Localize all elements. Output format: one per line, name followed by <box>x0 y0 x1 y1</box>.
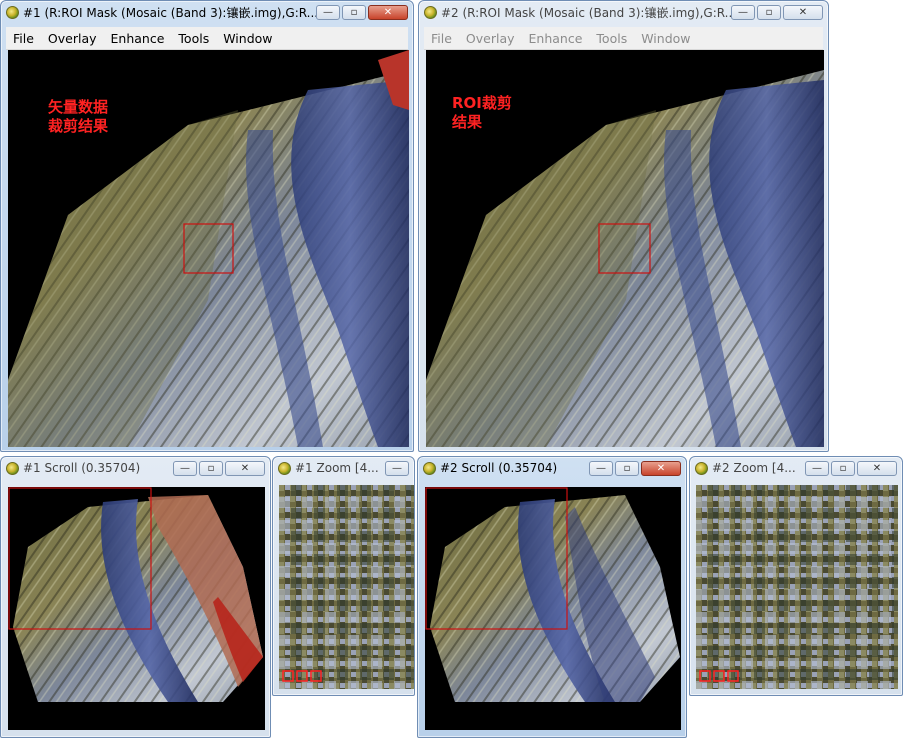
menu-bar: File Overlay Enhance Tools Window <box>424 27 823 50</box>
scroll-canvas[interactable] <box>425 487 681 730</box>
maximize-button[interactable]: ▫ <box>831 460 855 476</box>
titlebar[interactable]: #2 (R:ROI Mask (Mosaic (Band 3):镶嵌.img),… <box>419 1 828 23</box>
zoom-canvas[interactable] <box>696 485 898 689</box>
titlebar[interactable]: #1 Scroll (0.35704) — ▫ ✕ <box>1 457 270 479</box>
scroll-overview-image <box>8 487 263 702</box>
annotation-label: 矢量数据 裁剪结果 <box>48 98 109 135</box>
window-title: #2 (R:ROI Mask (Mosaic (Band 3):镶嵌.img),… <box>441 5 731 20</box>
window-title: #1 (R:ROI Mask (Mosaic (Band 3):镶嵌.img),… <box>23 5 316 20</box>
envi-globe-icon <box>424 5 437 19</box>
envi-globe-icon <box>278 461 291 475</box>
titlebar[interactable]: #1 Zoom [4... — <box>273 457 414 479</box>
menu-overlay[interactable]: Overlay <box>41 31 104 46</box>
image-window-1[interactable]: #1 (R:ROI Mask (Mosaic (Band 3):镶嵌.img),… <box>0 0 414 452</box>
zoom-image <box>279 485 414 689</box>
close-button[interactable]: ✕ <box>225 460 265 476</box>
close-button[interactable]: ✕ <box>857 460 897 476</box>
minimize-button[interactable]: — <box>805 460 829 476</box>
zoom-canvas[interactable] <box>279 485 414 689</box>
minimize-button[interactable]: — <box>316 4 340 20</box>
close-button[interactable]: ✕ <box>783 4 823 20</box>
scroll-overview-image <box>425 487 680 702</box>
envi-globe-icon <box>695 461 708 475</box>
menu-tools[interactable]: Tools <box>171 31 216 46</box>
zoom-image <box>696 485 898 689</box>
menu-bar: File Overlay Enhance Tools Window <box>6 27 408 50</box>
maximize-button[interactable]: ▫ <box>342 4 366 20</box>
titlebar[interactable]: #2 Scroll (0.35704) — ▫ ✕ <box>418 457 686 479</box>
envi-globe-icon <box>6 461 19 475</box>
maximize-button[interactable]: ▫ <box>757 4 781 20</box>
image-window-2[interactable]: #2 (R:ROI Mask (Mosaic (Band 3):镶嵌.img),… <box>418 0 829 452</box>
menu-enhance[interactable]: Enhance <box>104 31 172 46</box>
minimize-button[interactable]: — <box>589 460 613 476</box>
window-title: #1 Scroll (0.35704) <box>23 461 141 475</box>
scroll-window-2[interactable]: #2 Scroll (0.35704) — ▫ ✕ <box>417 456 687 738</box>
menu-enhance[interactable]: Enhance <box>522 31 590 46</box>
titlebar[interactable]: #1 (R:ROI Mask (Mosaic (Band 3):镶嵌.img),… <box>1 1 413 23</box>
minimize-button[interactable]: — <box>731 4 755 20</box>
minimize-button[interactable]: — <box>385 460 409 476</box>
image-canvas[interactable]: 矢量数据 裁剪结果 <box>8 50 409 447</box>
close-button[interactable]: ✕ <box>641 460 681 476</box>
maximize-button[interactable]: ▫ <box>615 460 639 476</box>
zoom-window-1[interactable]: #1 Zoom [4... — <box>272 456 415 696</box>
menu-tools[interactable]: Tools <box>589 31 634 46</box>
menu-file[interactable]: File <box>6 31 41 46</box>
annotation-label: ROI裁剪 结果 <box>452 94 512 131</box>
minimize-button[interactable]: — <box>173 460 197 476</box>
menu-overlay[interactable]: Overlay <box>459 31 522 46</box>
menu-window[interactable]: Window <box>634 31 697 46</box>
close-button[interactable]: ✕ <box>368 4 408 20</box>
zoom-window-2[interactable]: #2 Zoom [4... — ▫ ✕ <box>689 456 903 696</box>
envi-globe-icon <box>423 461 436 475</box>
titlebar[interactable]: #2 Zoom [4... — ▫ ✕ <box>690 457 902 479</box>
scroll-canvas[interactable] <box>8 487 265 730</box>
envi-globe-icon <box>6 5 19 19</box>
menu-window[interactable]: Window <box>216 31 279 46</box>
menu-file[interactable]: File <box>424 31 459 46</box>
window-title: #1 Zoom [4... <box>295 461 379 475</box>
scroll-window-1[interactable]: #1 Scroll (0.35704) — ▫ ✕ <box>0 456 271 738</box>
window-title: #2 Scroll (0.35704) <box>440 461 558 475</box>
window-title: #2 Zoom [4... <box>712 461 796 475</box>
image-canvas[interactable]: ROI裁剪 结果 <box>426 50 824 447</box>
maximize-button[interactable]: ▫ <box>199 460 223 476</box>
